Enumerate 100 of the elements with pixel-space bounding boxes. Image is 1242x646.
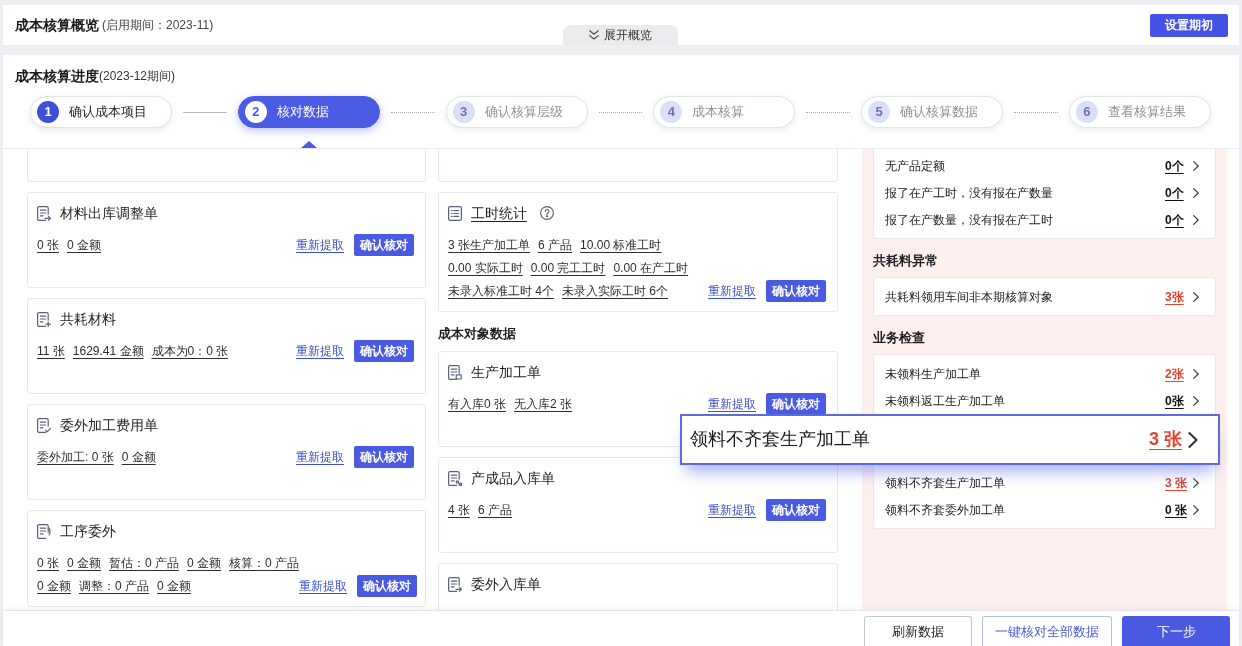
list-icon [448,205,462,221]
chevron-right-icon[interactable] [1188,431,1198,448]
check-label: 未领料生产加工单 [885,365,982,383]
title-link[interactable]: 工时统计 [471,202,527,224]
check-label: 无产品定额 [885,157,946,175]
card-title: 生产加工单 [471,362,541,382]
stat-link[interactable]: 核算：0 产品 [229,553,300,572]
stat-link[interactable]: 未录入标准工时 4个 [448,281,554,300]
step-number: 5 [868,101,891,123]
count-link[interactable]: 0个 [1165,183,1189,202]
callout-label: 领料不齐套生产加工单 [690,428,871,451]
footer-button[interactable]: 下一步 [1122,616,1230,646]
section-heading: 业务检查 [873,329,925,348]
count-link[interactable]: 0个 [1165,156,1189,175]
refetch-link[interactable]: 重新提取 [708,394,756,413]
check-label: 领料不齐套委外加工单 [885,501,1006,519]
stat-link[interactable]: 有入库0 张 [448,394,506,413]
refetch-link[interactable]: 重新提取 [708,500,756,519]
check-label: 领料不齐套生产加工单 [885,474,1006,492]
stat-link[interactable]: 0 张 [37,235,59,254]
check-label: 共耗料领用车间非本期核算对象 [885,288,1054,306]
check-label: 报了在产工时，没有报在产数量 [885,184,1054,202]
step-number: 4 [660,101,683,123]
count-link[interactable]: 3 张 [1149,426,1182,453]
stat-link[interactable]: 0 金额 [37,576,71,595]
stat-link[interactable]: 0 张 [37,553,59,572]
refetch-link[interactable]: 重新提取 [296,235,344,254]
stat-link[interactable]: 暂估：0 产品 [109,553,180,572]
card-title: 委外加工费用单 [60,415,158,435]
document-plus-icon [37,311,51,327]
stat-link[interactable]: 4 张 [448,500,470,519]
count-link[interactable]: 0个 [1165,210,1189,229]
card-title: 工序委外 [60,521,116,541]
step-label: 查看核算结果 [1108,103,1186,122]
confirm-button[interactable]: 确认核对 [357,574,418,597]
chevron-right-icon[interactable] [1193,160,1199,171]
count-link[interactable]: 2张 [1165,364,1189,383]
card-title: 产成品入库单 [471,468,555,488]
check-label: 报了在产数量，没有报在产工时 [885,211,1054,229]
chevron-right-icon[interactable] [1193,395,1199,406]
stat-link[interactable]: 6 产品 [478,500,513,519]
step-label: 确认核算层级 [484,103,563,122]
overview-period: (启用期间：2023-11) [102,17,214,34]
progress-period: (2023-12期间) [99,68,176,85]
confirm-button[interactable]: 确认核对 [354,445,414,468]
stat-link[interactable]: 6 产品 [538,235,573,254]
stat-link[interactable]: 10.00 标准工时 [580,235,662,254]
step-label: 成本核算 [692,103,745,122]
stat-link[interactable]: 0.00 完工工时 [530,258,606,277]
footer-button[interactable]: 刷新数据 [864,616,972,646]
stat-link[interactable]: 1629.41 金额 [72,341,144,360]
confirm-button[interactable]: 确认核对 [766,498,826,521]
card-title: 委外入库单 [471,574,541,594]
double-chevron-down-icon [589,30,599,40]
chevron-right-icon[interactable] [1193,187,1199,198]
stat-link[interactable]: 0 金额 [121,447,156,466]
chevron-right-icon[interactable] [1193,368,1199,379]
chevron-right-icon[interactable] [1193,214,1199,225]
document-arrow-icon [37,205,51,221]
count-link[interactable]: 0 张 [1165,500,1189,519]
stat-link[interactable]: 委外加工: 0 张 [37,447,114,466]
document-icon [448,364,462,380]
stat-link[interactable]: 0.00 实际工时 [448,258,523,277]
chevron-right-icon[interactable] [1193,504,1199,515]
progress-title: 成本核算进度 [15,66,99,86]
stat-link[interactable]: 无入库2 张 [514,394,573,413]
refetch-link[interactable]: 重新提取 [299,576,348,595]
confirm-button[interactable]: 确认核对 [766,392,826,415]
step-label: 确认成本项目 [69,103,147,122]
expand-tab[interactable]: 展开概览 [563,25,678,45]
overview-title: 成本核算概览 [15,15,99,35]
stat-link[interactable]: 0 金额 [67,235,102,254]
chevron-right-icon[interactable] [1193,291,1199,302]
stat-link[interactable]: 未录入实际工时 6个 [562,281,669,300]
setup-button[interactable]: 设置期初 [1150,13,1228,37]
confirm-button[interactable]: 确认核对 [354,233,414,256]
stat-link[interactable]: 0 金额 [157,576,192,595]
refetch-link[interactable]: 重新提取 [708,281,756,300]
stat-link[interactable]: 0.00 在产工时 [613,258,689,277]
document-icon [448,470,462,486]
confirm-button[interactable]: 确认核对 [766,279,826,302]
document-arrow-icon [448,576,462,592]
card-title: 材料出库调整单 [60,203,158,223]
refetch-link[interactable]: 重新提取 [296,447,344,466]
step-number: 6 [1076,101,1098,123]
footer-button[interactable]: 一键核对全部数据 [982,616,1112,646]
refetch-link[interactable]: 重新提取 [296,341,344,360]
stat-link[interactable]: 调整：0 产品 [79,576,150,595]
stat-link[interactable]: 11 张 [37,341,65,360]
count-link[interactable]: 0张 [1165,391,1189,410]
help-icon[interactable] [540,206,554,220]
stat-link[interactable]: 成本为0：0 张 [151,341,229,360]
count-link[interactable]: 3 张 [1165,473,1189,492]
confirm-button[interactable]: 确认核对 [354,339,414,362]
stat-link[interactable]: 0 金额 [187,553,222,572]
stat-link[interactable]: 0 金额 [67,553,102,572]
count-link[interactable]: 3张 [1165,287,1189,306]
document-check-icon [37,417,51,433]
chevron-right-icon[interactable] [1193,477,1199,488]
stat-link[interactable]: 3 张生产加工单 [448,235,530,254]
